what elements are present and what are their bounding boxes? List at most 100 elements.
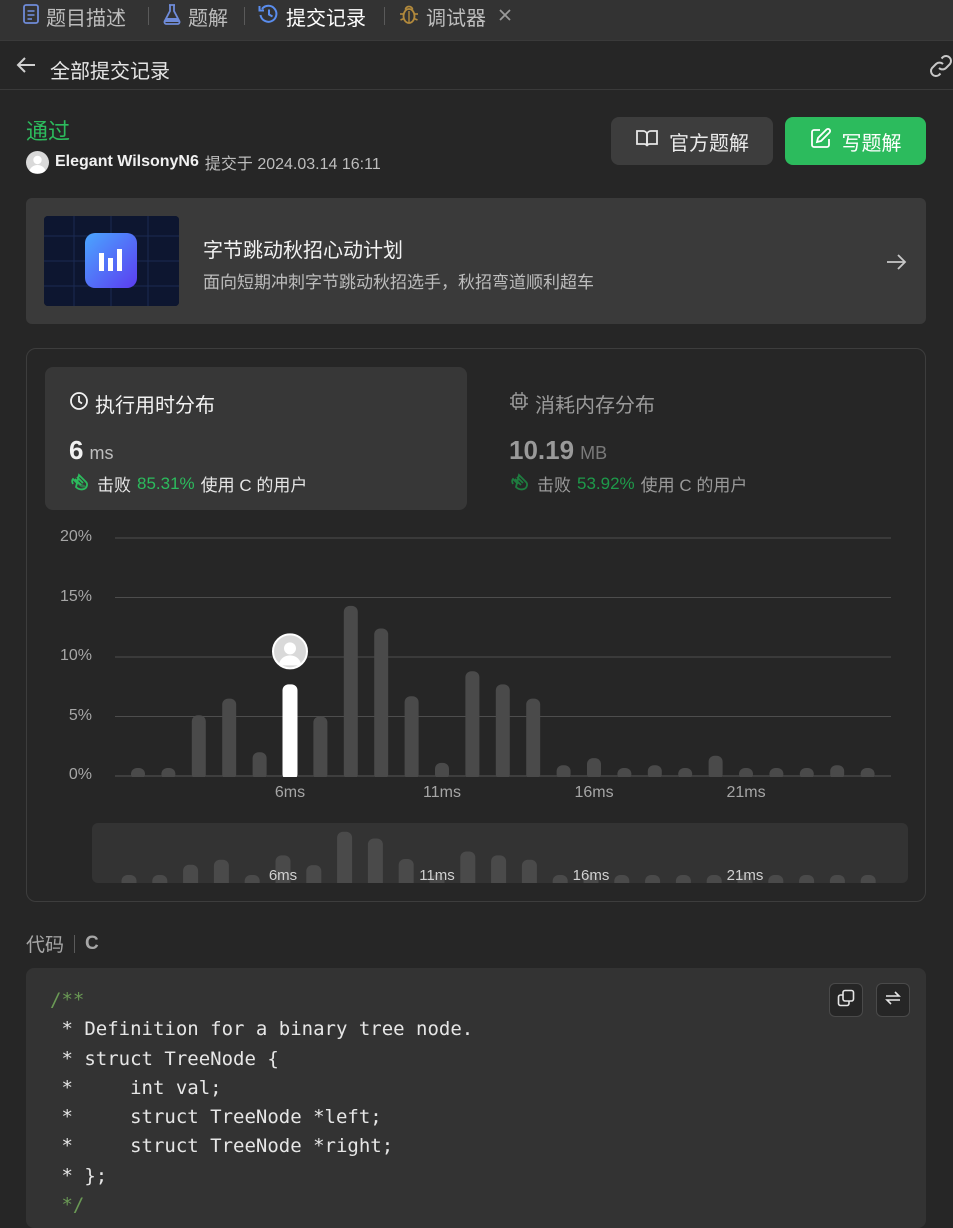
link-icon[interactable] xyxy=(928,54,952,78)
all-submissions-title[interactable]: 全部提交记录 xyxy=(50,55,170,84)
code-header: 代码 C xyxy=(26,930,99,957)
tab-divider xyxy=(384,7,385,25)
x-tick-label: 11ms xyxy=(423,784,461,801)
history-icon xyxy=(258,3,280,31)
swap-button[interactable] xyxy=(876,983,910,1017)
bar[interactable] xyxy=(708,755,723,780)
tab-label: 题解 xyxy=(188,8,228,30)
avatar[interactable] xyxy=(26,150,49,174)
code-line: * Definition for a binary tree node. xyxy=(50,1018,474,1041)
mini-bar xyxy=(121,875,137,883)
promo-title: 字节跳动秋招心动计划 xyxy=(203,240,403,262)
flask-icon xyxy=(162,3,182,31)
x-tick-label: 6ms xyxy=(274,784,306,801)
submission-meta: Elegant WilsonyN6 提交于 2024.03.14 16:11 xyxy=(26,150,381,174)
promo-subtitle: 面向短期冲刺字节跳动秋招选手，秋招弯道顺利超车 xyxy=(203,273,594,292)
mini-chart xyxy=(121,831,876,883)
submitted-time: 提交于 2024.03.14 16:11 xyxy=(204,156,381,173)
chart-range-slider[interactable]: 6ms 11ms 16ms 21ms xyxy=(92,823,908,883)
mini-bar xyxy=(521,859,537,883)
mini-x-tick-label: 21ms xyxy=(726,867,764,883)
performance-card: 执行用时分布 6 ms 击败 85.31% 使用 C 的用户 消耗内存分布 10… xyxy=(26,348,926,902)
author-name[interactable]: Elegant WilsonyN6 xyxy=(55,153,199,171)
back-arrow-icon[interactable] xyxy=(14,53,38,77)
submission-header: 全部提交记录 xyxy=(0,41,953,90)
promo-banner[interactable]: 字节跳动秋招心动计划 面向短期冲刺字节跳动秋招选手，秋招弯道顺利超车 xyxy=(26,198,926,324)
bar[interactable] xyxy=(495,684,510,780)
arrow-right-icon[interactable] xyxy=(884,250,908,274)
mini-bar xyxy=(799,875,815,883)
swap-icon xyxy=(884,989,902,1012)
runtime-distribution-chart[interactable] xyxy=(27,349,925,901)
comment-token: /** xyxy=(50,989,85,1011)
official-solution-label: 官方题解 xyxy=(669,132,749,155)
bar[interactable] xyxy=(252,752,267,780)
mini-bar xyxy=(675,875,691,883)
mini-bar xyxy=(183,864,199,883)
document-icon xyxy=(22,3,40,30)
bar[interactable] xyxy=(374,628,389,780)
tab-submissions[interactable]: 提交记录 xyxy=(258,0,366,33)
bar[interactable] xyxy=(465,671,480,780)
code-divider xyxy=(74,934,76,953)
x-tick-label: 21ms xyxy=(726,784,766,801)
code-line: * struct TreeNode *left; xyxy=(50,1106,382,1129)
bar[interactable] xyxy=(191,715,206,780)
tab-divider xyxy=(148,7,149,25)
y-tick-label: 0% xyxy=(68,766,92,783)
tab-label: 题目描述 xyxy=(46,8,126,30)
bar[interactable] xyxy=(404,696,419,780)
close-icon[interactable] xyxy=(498,5,512,28)
code-label: 代码 xyxy=(26,935,65,956)
tab-bar: 题目描述 题解 提交记录 调试器 xyxy=(0,0,953,41)
tab-label: 提交记录 xyxy=(286,8,366,30)
tab-description[interactable]: 题目描述 xyxy=(22,0,126,33)
copy-button[interactable] xyxy=(829,983,863,1017)
mini-x-tick-label: 6ms xyxy=(268,867,298,883)
mini-bar xyxy=(337,831,353,883)
mini-bar xyxy=(213,859,229,883)
tab-debugger[interactable]: 调试器 xyxy=(398,0,512,33)
submission-status: 通过 xyxy=(26,119,71,144)
bar[interactable] xyxy=(343,605,358,780)
tab-divider xyxy=(244,7,245,25)
mini-bar xyxy=(829,875,845,883)
highlight-bar[interactable] xyxy=(282,684,298,780)
y-tick-label: 20% xyxy=(59,528,92,545)
mini-x-tick-label: 16ms xyxy=(572,867,610,883)
write-solution-button[interactable]: 写题解 xyxy=(785,117,926,165)
bar[interactable] xyxy=(587,758,601,780)
mini-bar xyxy=(152,875,168,883)
y-tick-label: 10% xyxy=(59,647,92,664)
y-tick-label: 15% xyxy=(59,587,92,605)
x-tick-label: 16ms xyxy=(574,784,614,801)
mini-bar xyxy=(860,875,876,883)
mini-bar xyxy=(491,855,507,883)
mini-bar xyxy=(367,838,383,883)
code-line: * }; xyxy=(50,1164,108,1187)
tab-solutions[interactable]: 题解 xyxy=(162,0,228,33)
bar[interactable] xyxy=(313,716,328,781)
book-icon xyxy=(635,128,659,154)
bar[interactable] xyxy=(526,698,541,780)
copy-icon xyxy=(837,989,855,1012)
bug-icon xyxy=(398,3,420,31)
code-line: * struct TreeNode { xyxy=(50,1047,279,1070)
avatar-head xyxy=(284,642,296,655)
tab-label: 调试器 xyxy=(426,8,486,30)
y-tick-label: 5% xyxy=(68,706,92,724)
edit-icon xyxy=(810,127,832,155)
bar-baseline-mask xyxy=(115,777,891,783)
official-solution-button[interactable]: 官方题解 xyxy=(611,117,773,165)
write-solution-label: 写题解 xyxy=(841,132,902,155)
code-line: * int val; xyxy=(50,1076,222,1099)
code-line: */ xyxy=(50,1191,473,1220)
code-line: * struct TreeNode *right; xyxy=(50,1135,394,1158)
code-block[interactable]: /** * Definition for a binary tree node.… xyxy=(26,968,926,1228)
code-content[interactable]: /** * Definition for a binary tree node.… xyxy=(50,986,473,1220)
code-line: /** xyxy=(50,986,473,1015)
bar[interactable] xyxy=(222,698,237,780)
promo-image xyxy=(44,216,179,306)
mini-bar xyxy=(645,875,661,883)
comment-token: */ xyxy=(50,1194,85,1217)
